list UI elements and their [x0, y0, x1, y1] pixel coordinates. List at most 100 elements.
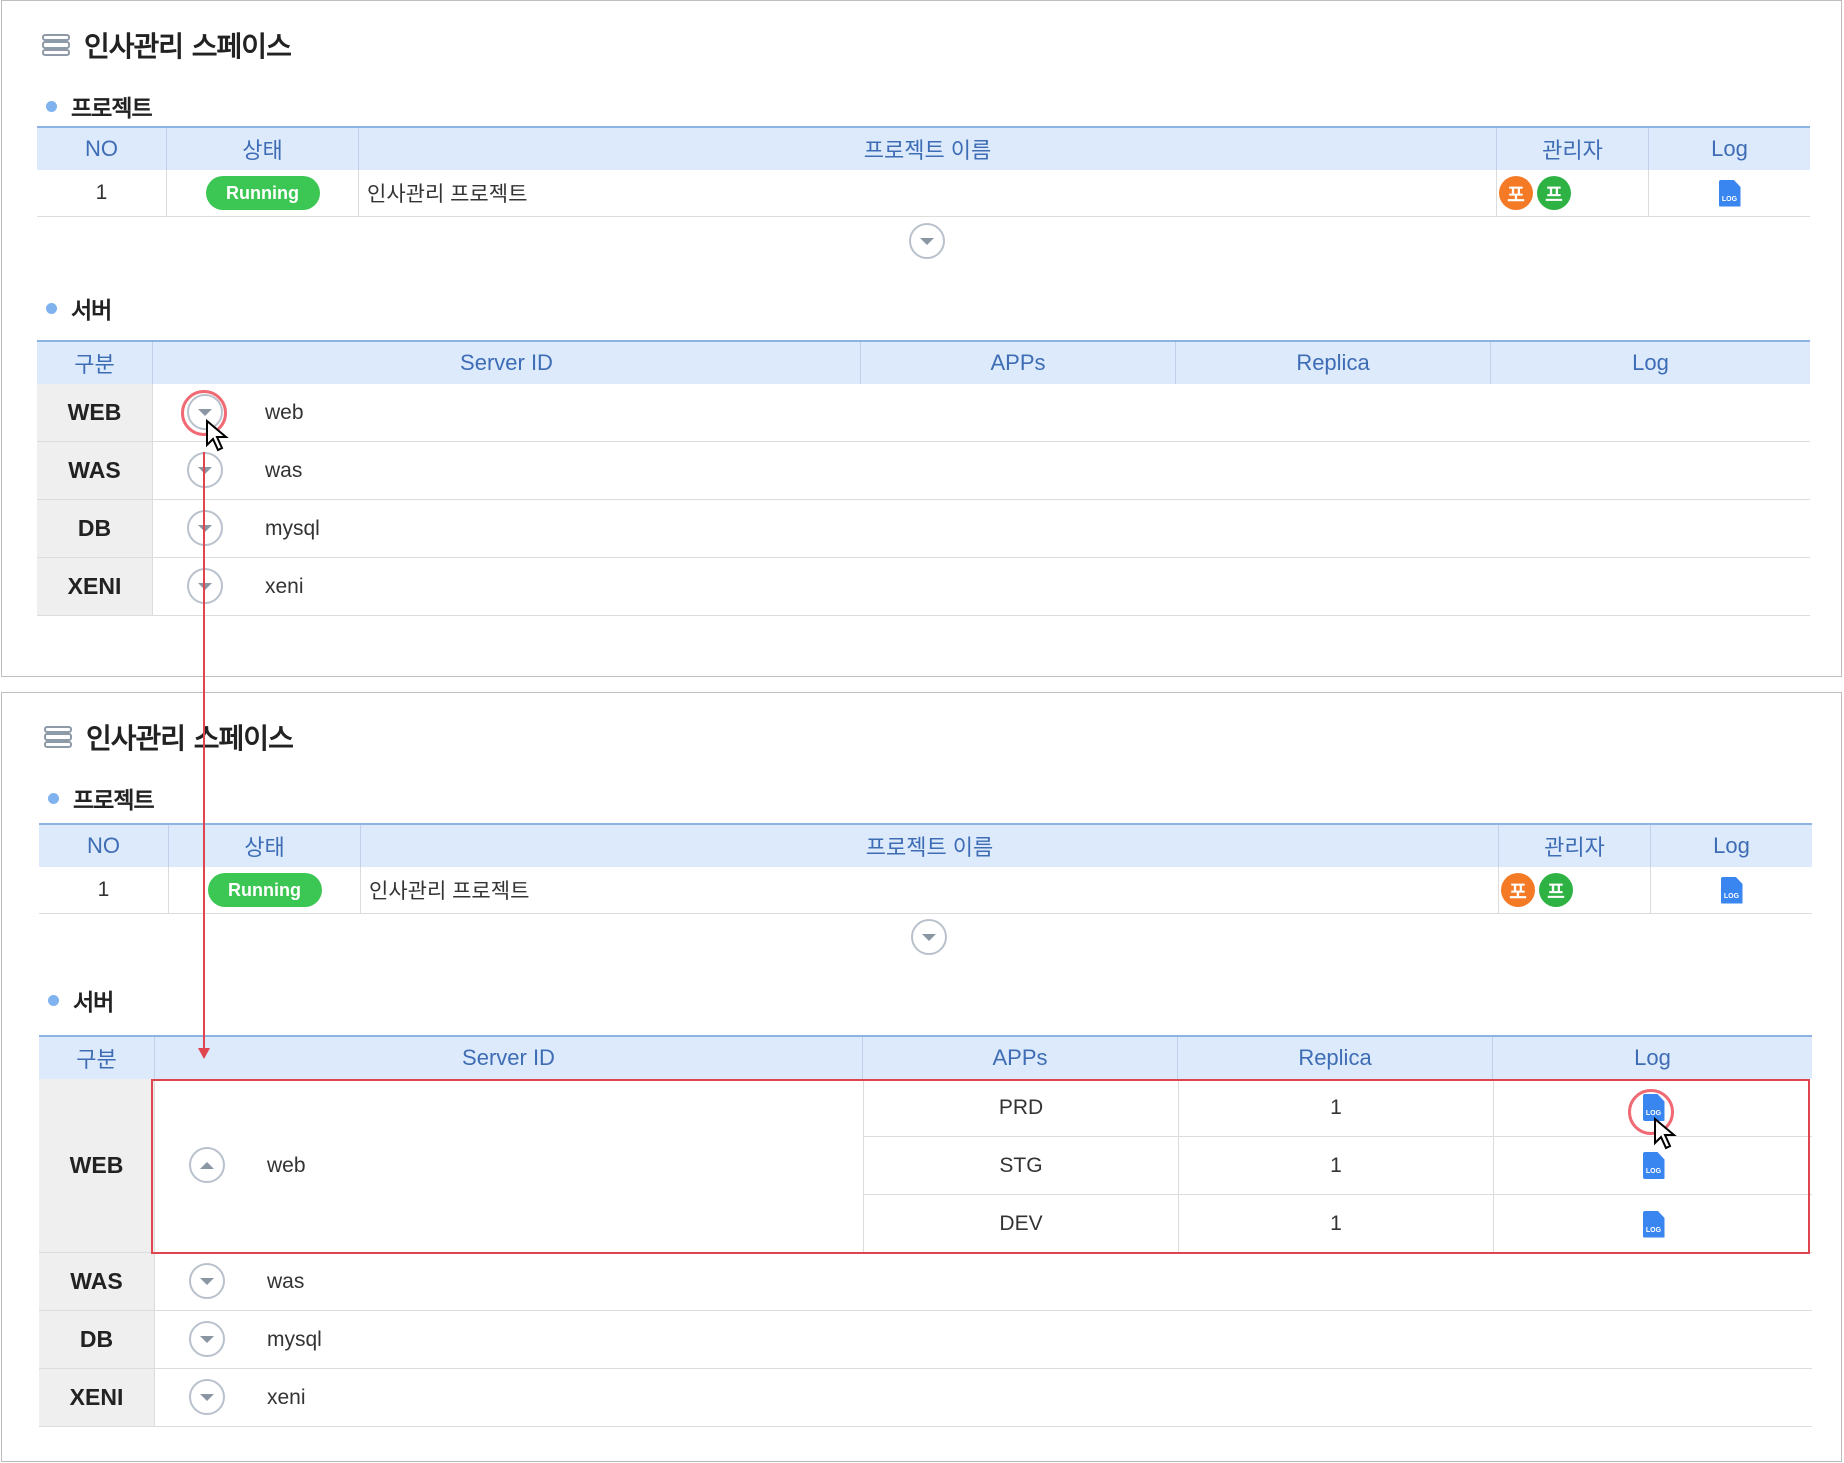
- status-cell: Running: [167, 170, 359, 216]
- log-cell: LOG: [1651, 867, 1812, 913]
- gubun-cell: DB: [37, 500, 153, 557]
- log-file-icon[interactable]: LOG: [1718, 179, 1741, 207]
- expand-toggle-button[interactable]: [189, 1263, 227, 1301]
- avatar[interactable]: 프: [1537, 176, 1571, 210]
- project-expand-button[interactable]: [909, 223, 945, 259]
- col-gubun: 구분: [37, 342, 153, 384]
- mouse-cursor-icon: [1654, 1117, 1677, 1150]
- server-stack-icon: [44, 726, 72, 748]
- chevron-down-icon: [200, 1335, 214, 1343]
- project-section-title: 프로젝트: [46, 89, 153, 123]
- gubun-cell: WEB: [39, 1079, 155, 1252]
- col-server-id: Server ID: [153, 342, 861, 384]
- server-id: web: [265, 400, 304, 424]
- server-id: xeni: [267, 1385, 306, 1409]
- avatar[interactable]: 프: [1539, 873, 1573, 907]
- gubun-cell: WAS: [37, 442, 153, 499]
- expand-toggle-button[interactable]: [187, 452, 225, 490]
- col-no: NO: [39, 825, 169, 867]
- expanded-row-highlight: [151, 1079, 1810, 1254]
- space-title-text: 인사관리 스페이스: [84, 30, 292, 63]
- col-server-id: Server ID: [155, 1037, 863, 1079]
- space-title: 인사관리 스페이스: [42, 25, 292, 65]
- table-row[interactable]: WAS was: [37, 442, 1810, 500]
- chevron-down-icon: [200, 1393, 214, 1401]
- gubun-cell: XENI: [37, 558, 153, 615]
- manager-cell: 포 프: [1497, 170, 1649, 216]
- mouse-cursor-icon: [206, 419, 229, 452]
- server-section-title: 서버: [48, 983, 114, 1017]
- col-status: 상태: [169, 825, 361, 867]
- chevron-down-icon: [198, 466, 212, 474]
- log-icon-label: LOG: [1723, 892, 1740, 900]
- col-replica: Replica: [1178, 1037, 1493, 1079]
- col-gubun: 구분: [39, 1037, 155, 1079]
- col-replica: Replica: [1176, 342, 1491, 384]
- log-cell: LOG: [1649, 170, 1810, 216]
- col-log: Log: [1711, 136, 1748, 161]
- expand-toggle-button[interactable]: [187, 510, 225, 548]
- flow-arrow-head: [198, 1048, 210, 1059]
- chevron-down-icon: [198, 524, 212, 532]
- col-no: NO: [37, 128, 167, 170]
- project-table-header: NO 상태 프로젝트 이름 관리자 Log: [39, 823, 1812, 867]
- col-log: Log: [1632, 350, 1669, 375]
- bullet-icon: [46, 302, 57, 314]
- col-project-name: 프로젝트 이름: [359, 128, 1497, 170]
- gubun-cell: DB: [39, 1311, 155, 1368]
- avatar[interactable]: 포: [1501, 873, 1535, 907]
- table-row[interactable]: DB mysql: [37, 500, 1810, 558]
- project-section-label: 프로젝트: [71, 96, 153, 122]
- server-section-label: 서버: [73, 990, 114, 1016]
- project-section-label: 프로젝트: [73, 788, 155, 814]
- chevron-down-icon: [911, 919, 947, 955]
- project-name[interactable]: 인사관리 프로젝트: [361, 867, 1499, 913]
- status-badge: Running: [207, 873, 322, 907]
- table-row[interactable]: XENI xeni: [39, 1369, 1812, 1427]
- space-title: 인사관리 스페이스: [44, 717, 294, 757]
- server-section-label: 서버: [71, 298, 112, 324]
- chevron-down-icon: [198, 582, 212, 590]
- server-table-header: 구분 Server ID APPs Replica Log: [39, 1035, 1812, 1079]
- project-table-header: NO 상태 프로젝트 이름 관리자 Log: [37, 126, 1810, 170]
- chevron-down-icon: [909, 223, 945, 259]
- expand-toggle-button[interactable]: [189, 1379, 227, 1417]
- gubun-cell: WAS: [39, 1253, 155, 1310]
- project-no: 1: [39, 867, 169, 913]
- table-row[interactable]: 1 Running 인사관리 프로젝트 포 프 LOG: [37, 170, 1810, 217]
- status-badge: Running: [205, 176, 320, 210]
- project-section-title: 프로젝트: [48, 781, 155, 815]
- project-name[interactable]: 인사관리 프로젝트: [359, 170, 1497, 216]
- col-log: Log: [1634, 1045, 1671, 1070]
- table-row[interactable]: XENI xeni: [37, 558, 1810, 616]
- col-log: Log: [1713, 833, 1750, 858]
- col-project-name: 프로젝트 이름: [361, 825, 1499, 867]
- manager-cell: 포 프: [1499, 867, 1651, 913]
- log-icon-label: LOG: [1721, 195, 1738, 203]
- table-row[interactable]: 1 Running 인사관리 프로젝트 포 프 LOG: [39, 867, 1812, 914]
- avatar[interactable]: 포: [1499, 176, 1533, 210]
- bullet-icon: [48, 994, 59, 1006]
- server-section-title: 서버: [46, 291, 112, 325]
- server-id: mysql: [267, 1327, 322, 1351]
- col-status: 상태: [167, 128, 359, 170]
- server-table-header: 구분 Server ID APPs Replica Log: [37, 340, 1810, 384]
- server-stack-icon: [42, 34, 70, 56]
- server-id: xeni: [265, 574, 304, 598]
- project-no: 1: [37, 170, 167, 216]
- project-expand-button[interactable]: [911, 919, 947, 955]
- flow-arrow-line: [203, 452, 205, 1048]
- chevron-down-icon: [200, 1277, 214, 1285]
- bullet-icon: [46, 100, 57, 112]
- table-row[interactable]: WAS was: [39, 1253, 1812, 1311]
- space-panel-after: 인사관리 스페이스 프로젝트 NO 상태 프로젝트 이름 관리자 Log 1 R…: [1, 692, 1842, 1462]
- gubun-cell: XENI: [39, 1369, 155, 1426]
- expand-toggle-button[interactable]: [189, 1321, 227, 1359]
- col-manager: 관리자: [1499, 825, 1651, 867]
- server-id: was: [265, 458, 303, 482]
- table-row[interactable]: WEB web: [37, 384, 1810, 442]
- expand-toggle-button[interactable]: [187, 568, 225, 606]
- status-cell: Running: [169, 867, 361, 913]
- log-file-icon[interactable]: LOG: [1720, 876, 1743, 904]
- table-row[interactable]: DB mysql: [39, 1311, 1812, 1369]
